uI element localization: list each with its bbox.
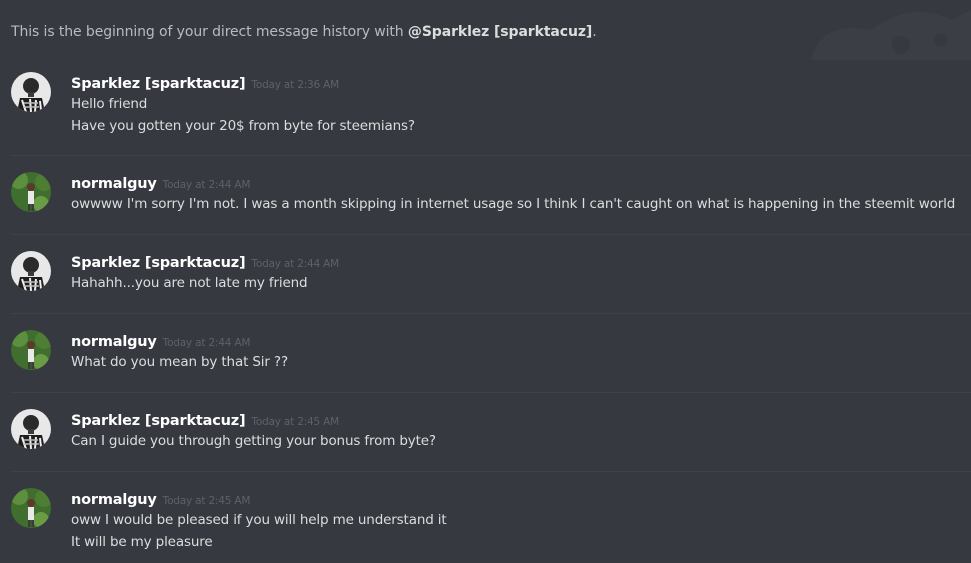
message-header: normalguy Today at 2:44 AM	[71, 331, 250, 350]
message-author[interactable]: normalguy	[71, 334, 157, 350]
message-timestamp: Today at 2:45 AM	[162, 495, 251, 507]
intro-prefix: This is the beginning of your direct mes…	[11, 24, 408, 40]
message-header: normalguy Today at 2:45 AM	[71, 489, 250, 508]
background-decoration-icon	[811, 10, 971, 60]
message-author[interactable]: normalguy	[71, 176, 157, 192]
normalguy-avatar[interactable]	[11, 488, 51, 528]
message-text: Can I guide you through getting your bon…	[71, 433, 436, 449]
message-timestamp: Today at 2:44 AM	[251, 258, 339, 270]
message-author[interactable]: Sparklez [sparktacuz]	[71, 76, 246, 92]
intro-handle[interactable]: @Sparklez [sparktacuz]	[408, 24, 592, 40]
normalguy-avatar[interactable]	[11, 330, 51, 370]
message-header: Sparklez [sparktacuz] Today at 2:44 AM	[71, 252, 339, 271]
message-text: Hahahh...you are not late my friend	[71, 275, 308, 291]
message-timestamp: Today at 2:44 AM	[162, 337, 251, 349]
message-divider	[11, 313, 971, 314]
message-author[interactable]: Sparklez [sparktacuz]	[71, 255, 246, 271]
message-author[interactable]: Sparklez [sparktacuz]	[71, 413, 246, 429]
message-divider	[11, 155, 971, 156]
message-header: normalguy Today at 2:44 AM	[71, 173, 250, 192]
message-text: What do you mean by that Sir ??	[71, 354, 288, 370]
message-header: Sparklez [sparktacuz] Today at 2:36 AM	[71, 73, 339, 92]
message-timestamp: Today at 2:36 AM	[251, 79, 339, 91]
message-text: It will be my pleasure	[71, 534, 213, 550]
message-author[interactable]: normalguy	[71, 492, 157, 508]
message-divider	[11, 471, 971, 472]
sparklez-avatar[interactable]	[11, 251, 51, 291]
sparklez-avatar[interactable]	[11, 72, 51, 112]
sparklez-avatar[interactable]	[11, 409, 51, 449]
message-text: owwww I'm sorry I'm not. I was a month s…	[71, 196, 956, 212]
message-divider	[11, 392, 971, 393]
normalguy-avatar[interactable]	[11, 172, 51, 212]
intro-suffix: .	[592, 24, 597, 40]
message-text: Have you gotten your 20$ from byte for s…	[71, 118, 415, 134]
message-text: Hello friend	[71, 96, 148, 112]
message-divider	[11, 234, 971, 235]
message-timestamp: Today at 2:45 AM	[251, 416, 339, 428]
dm-chat-view: This is the beginning of your direct mes…	[0, 0, 971, 563]
message-timestamp: Today at 2:44 AM	[162, 179, 251, 191]
dm-history-intro: This is the beginning of your direct mes…	[11, 24, 597, 40]
message-header: Sparklez [sparktacuz] Today at 2:45 AM	[71, 410, 339, 429]
message-text: oww I would be pleased if you will help …	[71, 512, 447, 528]
